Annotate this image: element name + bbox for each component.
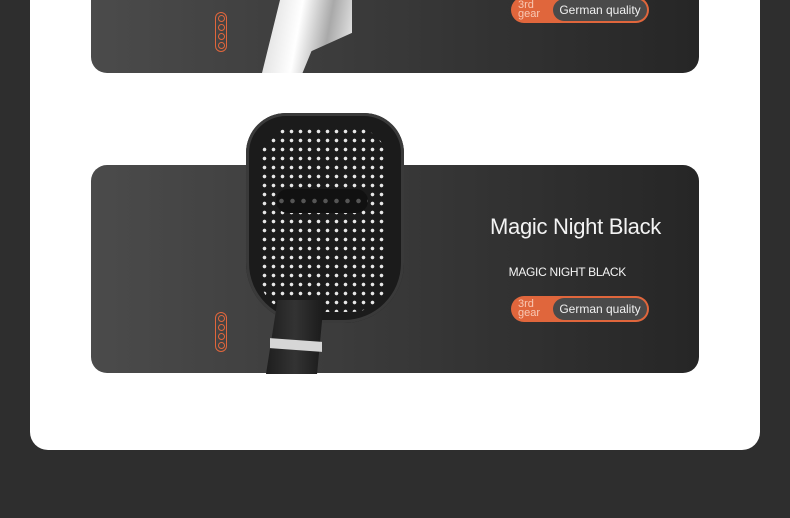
- spray-mode-icon: [215, 12, 227, 52]
- gear-label: 3rd gear: [518, 0, 541, 20]
- shower-head-black-image: [246, 113, 404, 323]
- center-nozzle-bar: [276, 189, 368, 213]
- quality-label: German quality: [553, 298, 647, 320]
- product-subtitle: MAGIC NIGHT BLACK: [508, 265, 627, 279]
- spray-mode-icon: [215, 312, 227, 352]
- feature-pill: 3rd gear German quality: [511, 296, 649, 322]
- product-title: Magic Night Black: [490, 214, 661, 239]
- product-card-chrome: 3rd gear German quality: [91, 0, 699, 73]
- quality-label: German quality: [553, 0, 647, 21]
- feature-pill: 3rd gear German quality: [511, 0, 649, 23]
- gear-label: 3rd gear: [518, 298, 541, 319]
- spray-face: [260, 127, 388, 312]
